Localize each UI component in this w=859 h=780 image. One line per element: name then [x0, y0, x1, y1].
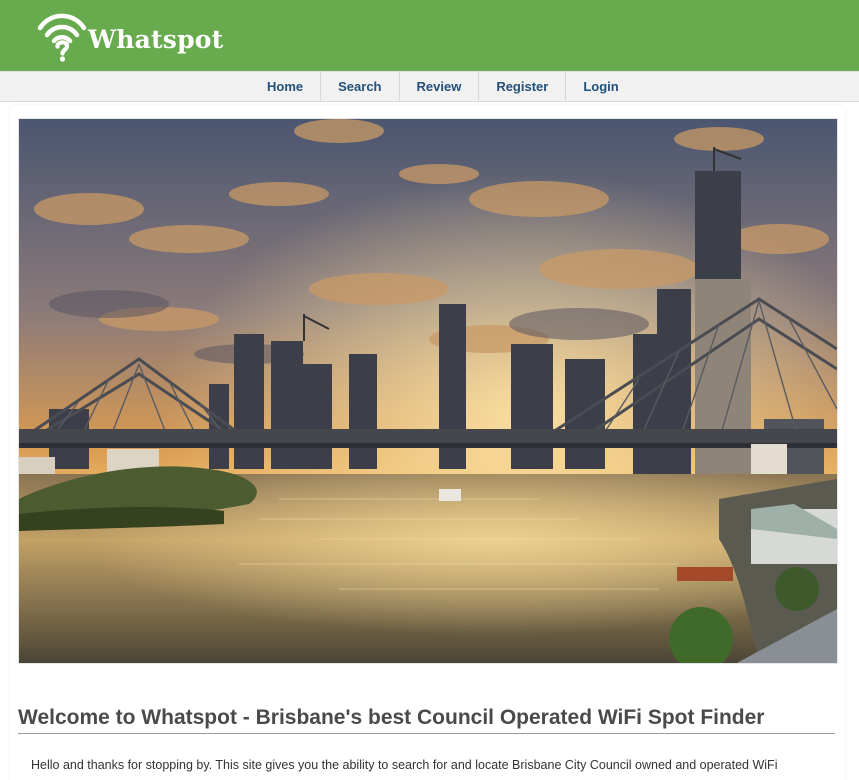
title-divider — [18, 733, 835, 734]
nav-login[interactable]: Login — [566, 72, 635, 101]
hero-image — [18, 118, 838, 664]
page: Whatspot Home Search Review Register Log… — [0, 0, 859, 780]
main-content: Welcome to Whatspot - Brisbane's best Co… — [0, 102, 859, 780]
wifi-question-icon — [37, 13, 87, 62]
nav-review[interactable]: Review — [400, 72, 480, 101]
nav-search[interactable]: Search — [321, 72, 400, 101]
main-nav: Home Search Review Register Login — [0, 71, 859, 102]
brand-name: Whatspot — [88, 24, 224, 54]
page-title: Welcome to Whatspot - Brisbane's best Co… — [18, 706, 765, 729]
logo-link[interactable]: Whatspot — [36, 8, 223, 62]
nav-register[interactable]: Register — [479, 72, 567, 101]
nav-home[interactable]: Home — [250, 72, 322, 101]
site-header: Whatspot — [0, 0, 859, 71]
intro-paragraph: Hello and thanks for stopping by. This s… — [31, 758, 778, 772]
nav-list: Home Search Review Register Login — [250, 72, 636, 101]
